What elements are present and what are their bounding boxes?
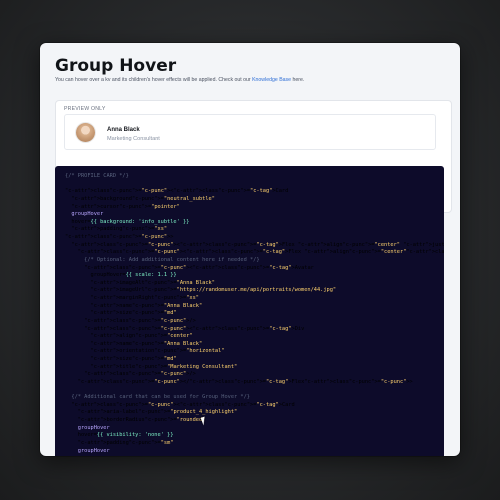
code-line: "c-attr">class"c-punc">="c-punc"><"c-att… (84, 264, 314, 271)
code-line: "c-attr">align"c-punc">="center" (90, 333, 193, 340)
code-line: hover={{ visibility: 'none' }} (65, 432, 174, 439)
code-line: "c-attr">class"c-punc">="c-punc"></"c-at… (77, 378, 413, 385)
code-line: "c-attr">borderRadius"c-punc">="rounded" (77, 417, 206, 423)
profile-role: Marketing Consultant (107, 136, 160, 142)
code-line: "c-attr">cursor"c-punc">="pointer" (71, 203, 180, 210)
code-line: "c-attr">padding"c-punc">="sm" (77, 439, 174, 446)
code-line: "c-attr">marginRight"c-punc">="xs" (90, 295, 199, 301)
description-text: You can hover over a kv and its children… (55, 77, 253, 83)
code-line: groupHover (65, 447, 110, 454)
code-line: "c-attr">class"c-punc">="c-punc">/> (84, 317, 196, 324)
code-line: "c-attr">orientation"c-punc">="horizonta… (90, 348, 225, 355)
page-description: You can hover over a kv and its children… (55, 77, 455, 83)
preview-label: PREVIEW ONLY (64, 106, 106, 112)
code-line: "c-attr">background"c-punc">="neutral_su… (71, 195, 215, 202)
code-line: {/* PROFILE CARD */} (65, 173, 129, 179)
code-line: "c-attr">size"c-punc">="md" (90, 356, 177, 362)
page-title: Group Hover (55, 56, 177, 76)
code-line: hover={{ background: 'info_subtle' }} (65, 218, 190, 225)
code-line: "c-attr">title"c-punc">="Marketing Consu… (90, 363, 238, 370)
code-line: "c-attr">name"c-punc">="Anna Black" (90, 340, 203, 347)
code-line: "c-attr">name"c-punc">="Anna Black" (90, 302, 203, 309)
code-line: "c-attr">imageAlt"c-punc">="Anna Black" (90, 279, 215, 286)
code-line: "c-attr">imageUrl"c-punc">="https://rand… (90, 287, 337, 294)
code-line: groupHover={{ scale: 1.1 }} (65, 272, 177, 279)
main-panel: Group Hover You can hover over a kv and … (40, 43, 460, 456)
code-line: "c-attr">aria-label"c-punc">="product_4_… (77, 409, 238, 416)
avatar (76, 123, 95, 142)
knowledge-base-link[interactable]: Knowledge Base (252, 77, 291, 83)
profile-name: Anna Black (107, 127, 140, 133)
profile-card[interactable]: Anna Black Marketing Consultant (64, 114, 436, 150)
code-line: groupHover (65, 211, 104, 218)
code-line: groupHover (65, 424, 110, 431)
description-suffix: here. (291, 77, 305, 83)
code-line: "c-attr">class"c-punc">="c-punc"><"c-att… (71, 401, 295, 408)
code-line: {/* Additional card that can be used for… (65, 394, 250, 401)
code-line: "c-attr">class"c-punc">="c-punc"><"c-att… (65, 188, 289, 195)
code-line: "c-attr">padding"c-punc">="xs" (71, 226, 168, 233)
code-line: "c-attr">class"c-punc">="c-punc"><"c-att… (71, 241, 444, 248)
code-line: {/* Optional: Add additional content her… (65, 256, 260, 263)
code-line: "c-attr">class"c-punc">="c-punc"><"c-att… (84, 325, 305, 332)
code-line: "c-attr">class"c-punc">="c-punc">> (65, 234, 174, 240)
code-line: "c-attr">class"c-punc">="c-punc">/> (84, 371, 196, 378)
code-block[interactable]: {/* PROFILE CARD */} "c-attr">class"c-pun… (55, 166, 444, 456)
code-line: "c-attr">size"c-punc">="md" (90, 310, 177, 317)
code-line: "c-attr">class"c-punc">="c-punc"><"c-att… (77, 249, 444, 256)
